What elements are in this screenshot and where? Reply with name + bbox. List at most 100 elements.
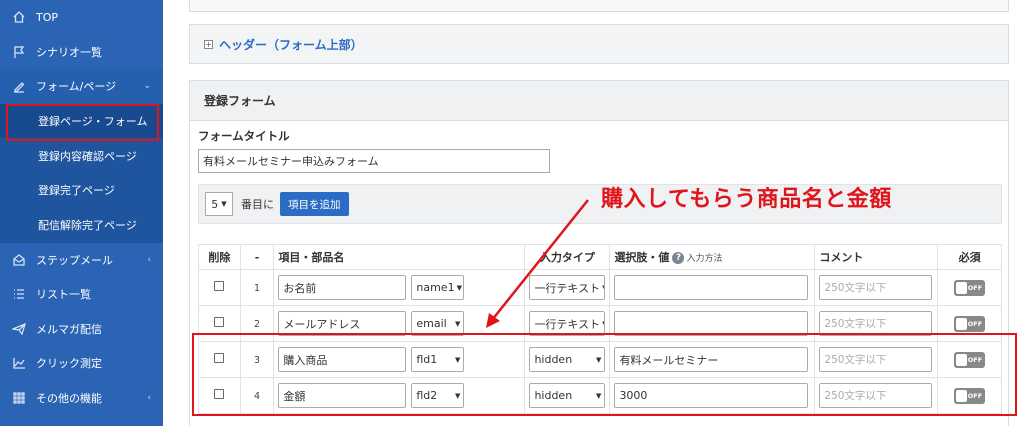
- delete-checkbox[interactable]: [214, 353, 225, 363]
- position-select-value: 5: [211, 197, 219, 211]
- list-icon: [10, 285, 28, 303]
- required-toggle[interactable]: OFF: [954, 315, 986, 332]
- table-row: 2 メールアドレスemail▼ 一行テキスト▼ 250文字以下 OFF: [198, 305, 1002, 342]
- row-number: 4: [254, 391, 261, 402]
- item-name-input[interactable]: メールアドレス: [278, 311, 407, 336]
- type-select[interactable]: hidden ▼: [529, 383, 606, 408]
- table-row: 3 購入商品 fld1 ▼ hidden ▼ 有料メールセミナー 250文字以下 OF…: [198, 341, 1002, 378]
- sidebar-item-label: TOP: [36, 10, 59, 24]
- chevron-down-icon: ▼: [456, 283, 462, 292]
- type-select-value: 一行テキスト: [534, 281, 601, 295]
- col-choices-sub: 入力方法: [686, 254, 723, 264]
- comment-cell: 250文字以下: [814, 269, 939, 306]
- type-select[interactable]: 一行テキスト▼: [529, 275, 606, 300]
- index-cell: 4: [239, 377, 275, 414]
- field-select[interactable]: fld1 ▼: [411, 347, 465, 372]
- chevron-down-icon: ▼: [596, 391, 602, 400]
- sidebar-subitem-label: 配信解除完了ページ: [38, 219, 137, 233]
- value-input[interactable]: 3000: [614, 383, 809, 408]
- form-title-input[interactable]: 有料メールセミナー申込みフォーム: [198, 149, 550, 173]
- col-choices: 選択肢・値? 入力方法: [609, 244, 816, 270]
- value-input[interactable]: [614, 275, 809, 300]
- table-row: 4 金額 fld2 ▼ hidden ▼ 3000 250文字以下 OFF: [198, 377, 1002, 414]
- expand-icon[interactable]: +: [204, 39, 213, 49]
- comment-cell: 250文字以下: [814, 377, 939, 414]
- required-toggle[interactable]: OFF: [954, 279, 986, 296]
- sidebar-subitem-complete-page[interactable]: 登録完了ページ: [0, 173, 163, 208]
- items-table: 削除 - 項目・部品名 入力タイプ 選択肢・値? 入力方法 コメント 必須 1 お…: [198, 244, 1002, 414]
- field-select[interactable]: fld2 ▼: [411, 383, 465, 408]
- value-input[interactable]: 有料メールセミナー: [614, 347, 809, 372]
- toggle-label: OFF: [967, 391, 983, 400]
- field-select-value: fld1: [416, 353, 438, 366]
- type-select-value: 一行テキスト: [534, 317, 601, 331]
- comment-input[interactable]: 250文字以下: [819, 347, 933, 372]
- sidebar: TOP シナリオ一覧 フォーム/ページ ⌄ 登録ページ・フォーム 登録内容確認ペ…: [0, 0, 163, 426]
- chevron-left-icon: ‹: [147, 392, 151, 403]
- form-panel-title: 登録フォーム: [190, 81, 1008, 121]
- sidebar-item-list[interactable]: リスト一覧: [0, 277, 163, 312]
- header-panel-title[interactable]: ヘッダー（フォーム上部）: [219, 36, 363, 53]
- main-content: + ヘッダー（フォーム上部） 登録フォーム フォームタイトル 有料メールセミナー…: [163, 0, 1024, 426]
- value-cell: 3000: [609, 377, 816, 414]
- sidebar-item-label: フォーム/ページ: [36, 80, 117, 94]
- toggle-label: OFF: [967, 283, 983, 292]
- chevron-down-icon: ▼: [602, 284, 604, 292]
- sidebar-subitem-label: 登録完了ページ: [38, 184, 115, 198]
- item-name-input[interactable]: お名前: [278, 275, 407, 300]
- highlight-box-sidebar: [6, 104, 159, 141]
- toggle-knob: [956, 281, 968, 294]
- sidebar-subitem-confirm-page[interactable]: 登録内容確認ページ: [0, 138, 163, 173]
- item-name-input[interactable]: 金額: [278, 383, 407, 408]
- field-select[interactable]: name1 ▼: [411, 275, 465, 300]
- chevron-down-icon: ⌄: [143, 81, 151, 92]
- comment-cell: 250文字以下: [814, 305, 939, 342]
- comment-input[interactable]: 250文字以下: [819, 275, 933, 300]
- col-name: 項目・部品名: [273, 244, 526, 270]
- chevron-down-icon: ▼: [454, 391, 461, 400]
- sidebar-item-step-mail[interactable]: ステップメール ‹: [0, 243, 163, 278]
- header-panel[interactable]: + ヘッダー（フォーム上部）: [189, 24, 1009, 64]
- sidebar-item-click-tracking[interactable]: クリック測定: [0, 346, 163, 381]
- type-select[interactable]: 一行テキスト▼: [529, 311, 606, 336]
- chevron-down-icon: ▼: [454, 319, 461, 328]
- type-cell: 一行テキスト▼: [524, 305, 611, 342]
- comment-input[interactable]: 250文字以下: [819, 383, 933, 408]
- name-cell: お名前 name1 ▼: [273, 269, 526, 306]
- required-toggle[interactable]: OFF: [954, 387, 986, 404]
- type-select[interactable]: hidden ▼: [529, 347, 606, 372]
- sidebar-item-form-page[interactable]: フォーム/ページ ⌄: [0, 69, 163, 104]
- name-cell: 金額 fld2 ▼: [273, 377, 526, 414]
- table-row: 1 お名前name1▼ 一行テキスト▼ 250文字以下 OFF: [198, 269, 1002, 306]
- value-cell: [609, 269, 816, 306]
- col-index: -: [239, 244, 275, 270]
- help-icon[interactable]: ?: [672, 252, 685, 264]
- sidebar-item-scenario[interactable]: シナリオ一覧: [0, 35, 163, 70]
- field-select[interactable]: email ▼: [411, 311, 465, 336]
- delete-cell: [198, 305, 241, 342]
- delete-checkbox[interactable]: [214, 317, 225, 327]
- item-name-input[interactable]: 購入商品: [278, 347, 407, 372]
- delete-checkbox[interactable]: [214, 389, 225, 399]
- sidebar-subitem-unsubscribe-page[interactable]: 配信解除完了ページ: [0, 208, 163, 243]
- chart-icon: [10, 354, 28, 372]
- required-toggle[interactable]: OFF: [954, 351, 986, 368]
- add-item-button[interactable]: 項目を追加: [280, 192, 349, 216]
- sidebar-item-newsletter[interactable]: メルマガ配信: [0, 312, 163, 347]
- delete-checkbox[interactable]: [214, 281, 225, 291]
- position-select[interactable]: 5 ▼: [205, 192, 233, 216]
- sidebar-item-other[interactable]: その他の機能 ‹: [0, 381, 163, 416]
- envelope-icon: [10, 251, 28, 269]
- sidebar-item-top[interactable]: TOP: [0, 0, 163, 35]
- chevron-left-icon: ‹: [147, 254, 151, 265]
- col-comment: コメント: [814, 244, 939, 270]
- col-type: 入力タイプ: [524, 244, 611, 270]
- row-number: 2: [254, 319, 261, 330]
- form-title-label: フォームタイトル: [198, 129, 290, 143]
- delete-cell: [198, 341, 241, 378]
- sidebar-subitem-label: 登録内容確認ページ: [38, 149, 137, 163]
- comment-input[interactable]: 250文字以下: [819, 311, 933, 336]
- required-cell: OFF: [937, 269, 1002, 306]
- required-cell: OFF: [937, 305, 1002, 342]
- value-input[interactable]: [614, 311, 809, 336]
